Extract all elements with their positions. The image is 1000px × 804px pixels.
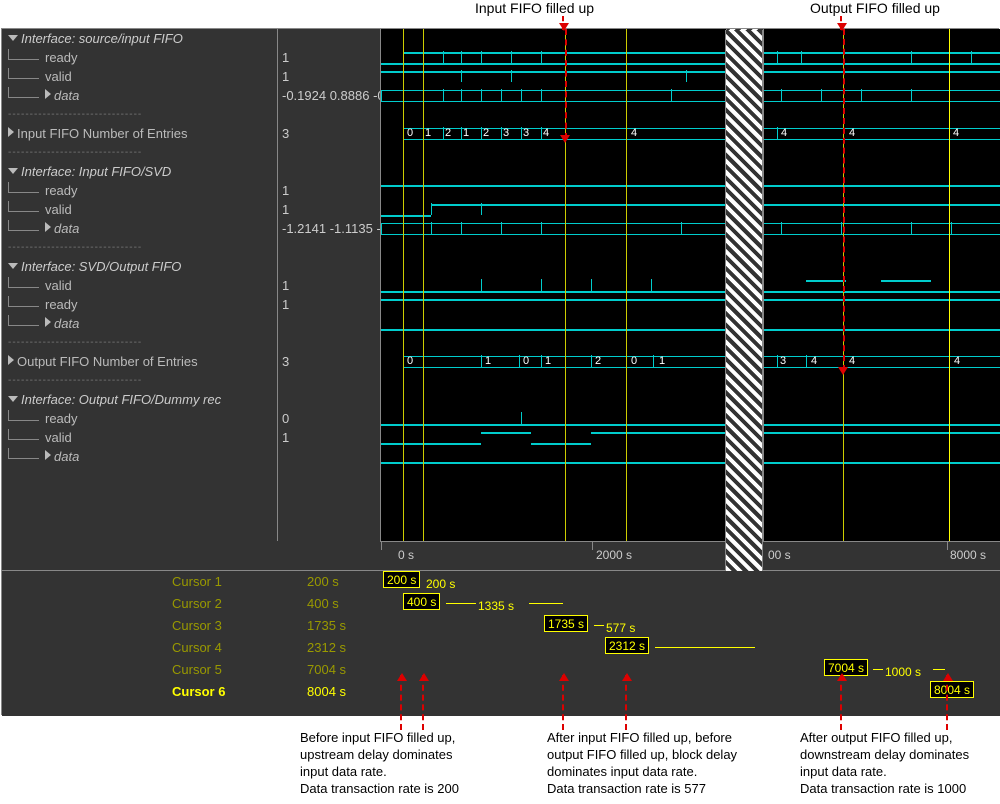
signal-valid[interactable]: valid [2, 276, 277, 295]
arrow-head-icon [838, 367, 848, 380]
value-output-entries: 3 [278, 352, 380, 371]
cursor-4-line[interactable] [626, 29, 627, 541]
cursor-1-name[interactable]: Cursor 1 [172, 571, 222, 593]
cursor-1-box[interactable]: 200 s [383, 571, 420, 588]
signal-names-panel[interactable]: Interface: source/input FIFO ready valid… [2, 29, 278, 541]
value-ready: 0 [278, 409, 380, 428]
cursor-6-line[interactable] [949, 29, 950, 541]
signal-data[interactable]: data [2, 314, 277, 333]
time-gap-icon [725, 30, 763, 571]
cursor-2-name[interactable]: Cursor 2 [172, 593, 222, 615]
arrow-icon [422, 675, 424, 730]
expand-icon[interactable] [8, 127, 14, 137]
interface-source[interactable]: Interface: source/input FIFO [2, 29, 277, 48]
arrow-icon [562, 675, 564, 730]
value-ready: 1 [278, 181, 380, 200]
signal-input-fifo-entries[interactable]: Input FIFO Number of Entries [2, 124, 277, 143]
signal-output-fifo-entries[interactable]: Output FIFO Number of Entries [2, 352, 277, 371]
time-ruler[interactable]: 0 s 2000 s 00 s 8000 s [380, 541, 1000, 570]
cursor-5-name[interactable]: Cursor 5 [172, 659, 222, 681]
divider: ------------------------------- [2, 371, 277, 390]
annotation-1: Before input FIFO filled up, upstream de… [300, 729, 505, 797]
waveform-viewer: Interface: source/input FIFO ready valid… [1, 28, 999, 715]
cursor-6-box[interactable]: 8004 s [930, 681, 974, 698]
signal-data[interactable]: data [2, 219, 277, 238]
annotation-3: After output FIFO filled up, downstream … [800, 729, 995, 797]
signal-valid[interactable]: valid [2, 428, 277, 447]
interface-input-svd[interactable]: Interface: Input FIFO/SVD [2, 162, 277, 181]
cursor-6-name[interactable]: Cursor 6 [172, 681, 225, 703]
signal-ready[interactable]: ready [2, 409, 277, 428]
arrow-icon [840, 675, 842, 730]
label-output-fifo-filled: Output FIFO filled up [810, 0, 940, 16]
arrow-icon [400, 675, 402, 730]
interface-output-dummy[interactable]: Interface: Output FIFO/Dummy rec [2, 390, 277, 409]
signal-values-panel[interactable]: 1 1 -0.1924 0.8886 -0. 3 1 1 -1.2141 -1.… [278, 29, 380, 541]
value-ready: 1 [278, 295, 380, 314]
red-arrow-input-fifo [565, 29, 567, 139]
signal-valid[interactable]: valid [2, 67, 277, 86]
divider: ------------------------------- [2, 105, 277, 124]
divider: ------------------------------- [2, 333, 277, 352]
red-arrow-output-fifo [843, 29, 845, 371]
annotation-2: After input FIFO filled up, before outpu… [547, 729, 772, 797]
signal-ready[interactable]: ready [2, 48, 277, 67]
cursor-3-name[interactable]: Cursor 3 [172, 615, 222, 637]
value-valid: 1 [278, 428, 380, 447]
cursor-3-box[interactable]: 1735 s [544, 615, 588, 632]
cursor-4-box[interactable]: 2312 s [605, 637, 649, 654]
cursor-2-box[interactable]: 400 s [403, 593, 440, 610]
value-valid: 1 [278, 276, 380, 295]
expand-icon[interactable] [45, 89, 51, 99]
signal-data[interactable]: data [2, 86, 277, 105]
value-data: -0.1924 0.8886 -0. [278, 86, 380, 105]
expand-icon[interactable] [45, 222, 51, 232]
signal-ready[interactable]: ready [2, 181, 277, 200]
arrow-icon [625, 675, 627, 730]
arrow-icon [840, 16, 842, 30]
signal-valid[interactable]: valid [2, 200, 277, 219]
arrow-head-icon [560, 135, 570, 148]
label-input-fifo-filled: Input FIFO filled up [475, 0, 594, 16]
interface-svd-output[interactable]: Interface: SVD/Output FIFO [2, 257, 277, 276]
cursor-2-line[interactable] [423, 29, 424, 541]
cursor-panel[interactable]: Cursor 1 200 s 200 s 200 s Cursor 2 400 … [2, 570, 1000, 716]
signal-ready[interactable]: ready [2, 295, 277, 314]
arrow-icon [946, 675, 948, 730]
cursor-4-name[interactable]: Cursor 4 [172, 637, 222, 659]
value-ready: 1 [278, 48, 380, 67]
value-valid: 1 [278, 200, 380, 219]
value-input-entries: 3 [278, 124, 380, 143]
cursor-1-line[interactable] [403, 29, 404, 541]
arrow-icon [562, 16, 564, 30]
signal-data[interactable]: data [2, 447, 277, 466]
expand-icon[interactable] [8, 355, 14, 365]
value-data: -1.2141 -1.1135 -0 [278, 219, 380, 238]
expand-icon[interactable] [45, 450, 51, 460]
expand-icon[interactable] [45, 317, 51, 327]
divider: ------------------------------- [2, 143, 277, 162]
waveform-area[interactable]: 0 1 2 1 2 3 3 4 4 4 4 4 [380, 29, 1000, 541]
divider: ------------------------------- [2, 238, 277, 257]
value-valid: 1 [278, 67, 380, 86]
